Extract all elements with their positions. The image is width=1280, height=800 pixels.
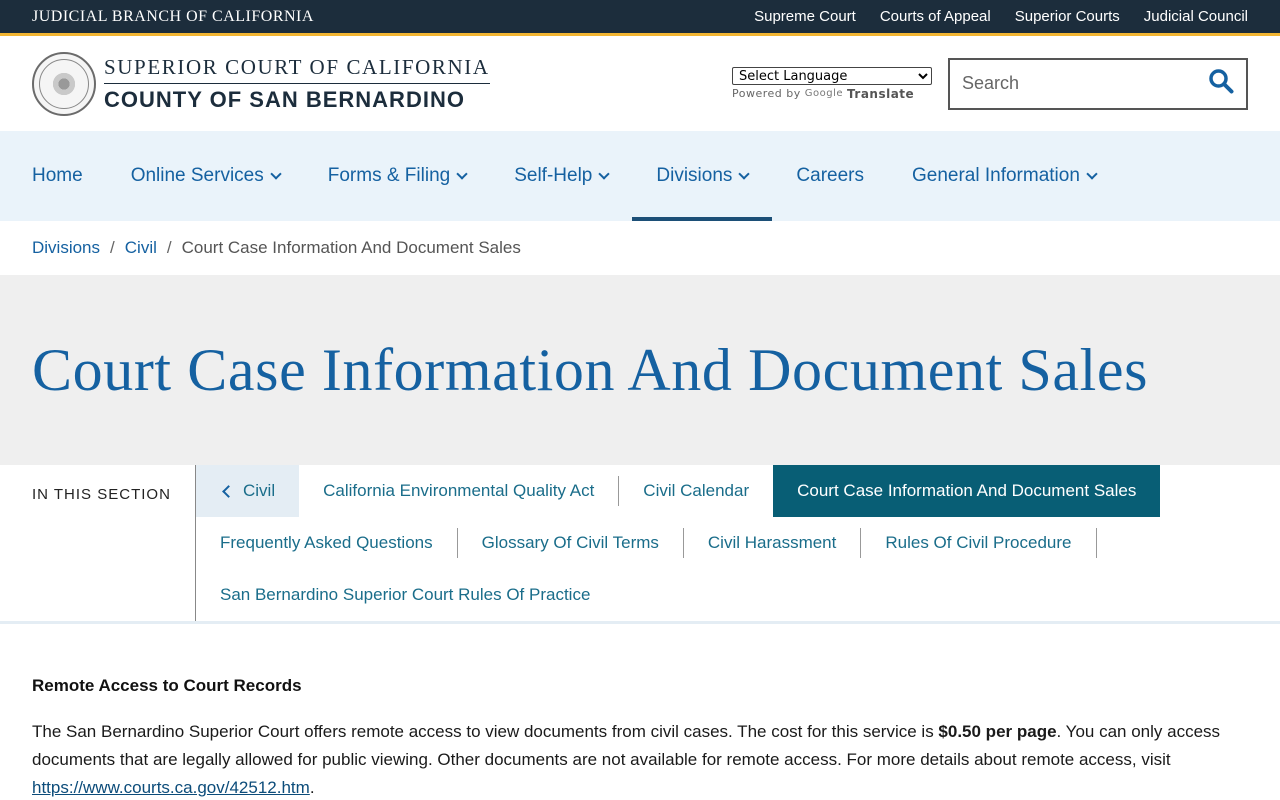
page-hero: Court Case Information And Document Sale… (0, 275, 1280, 465)
judicial-branch-title: JUDICIAL BRANCH OF CALIFORNIA (32, 7, 314, 25)
section-link-civil-calendar[interactable]: Civil Calendar (619, 476, 773, 506)
google-translate-widget: Select Language Powered by Google Transl… (732, 66, 932, 101)
powered-by-text: Powered by (732, 87, 801, 100)
breadcrumb-divisions[interactable]: Divisions (32, 238, 100, 258)
section-links-row: Frequently Asked Questions Glossary Of C… (196, 517, 1280, 569)
header-tools: Select Language Powered by Google Transl… (732, 57, 1248, 110)
language-select[interactable]: Select Language (732, 66, 932, 85)
superior-courts-link[interactable]: Superior Courts (1015, 8, 1120, 25)
remote-access-text-start: The San Bernardino Superior Court offers… (32, 722, 939, 741)
chevron-down-icon (270, 168, 282, 180)
google-logo: Google (804, 88, 844, 99)
nav-divisions[interactable]: Divisions (632, 131, 773, 221)
judicial-links: Supreme Court Courts of Appeal Superior … (754, 8, 1248, 25)
nav-forms-filing[interactable]: Forms & Filing (304, 131, 490, 221)
powered-by-google: Powered by Google Translate (732, 87, 932, 101)
chevron-down-icon (598, 168, 611, 180)
section-link-current-page[interactable]: Court Case Information And Document Sale… (773, 465, 1161, 517)
in-this-section-label: IN THIS SECTION (32, 486, 171, 503)
breadcrumb-current: Court Case Information And Document Sale… (181, 238, 521, 257)
nav-home[interactable]: Home (8, 131, 107, 221)
main-navigation: Home Online Services Forms & Filing Self… (0, 131, 1280, 221)
search-box (948, 57, 1248, 110)
section-links-row: San Bernardino Superior Court Rules Of P… (196, 569, 1280, 621)
nav-online-services[interactable]: Online Services (107, 131, 304, 221)
nav-self-help[interactable]: Self-Help (490, 131, 632, 221)
in-this-section-nav: IN THIS SECTION Civil California Environ… (0, 465, 1280, 624)
nav-divisions-label: Divisions (656, 165, 733, 186)
price-per-page: $0.50 per page (938, 722, 1057, 741)
remote-access-paragraph: The San Bernardino Superior Court offers… (32, 718, 1248, 800)
section-link-rules-of-practice[interactable]: San Bernardino Superior Court Rules Of P… (196, 580, 614, 610)
logo-line-county: COUNTY OF SAN BERNARDINO (104, 86, 465, 112)
section-link-civil-harassment[interactable]: Civil Harassment (684, 528, 862, 558)
nav-general-information[interactable]: General Information (888, 131, 1120, 221)
court-seal-icon (32, 51, 96, 116)
page-title: Court Case Information And Document Sale… (32, 336, 1149, 403)
search-input[interactable] (962, 73, 1192, 94)
chevron-down-icon (1086, 168, 1098, 180)
section-link-faq[interactable]: Frequently Asked Questions (196, 528, 458, 558)
nav-home-label: Home (32, 165, 83, 186)
breadcrumb-civil[interactable]: Civil (125, 238, 157, 258)
nav-careers-label: Careers (796, 165, 864, 186)
nav-careers[interactable]: Careers (772, 131, 888, 221)
courts-of-appeal-link[interactable]: Courts of Appeal (880, 8, 991, 25)
court-logo[interactable]: SUPERIOR COURT OF CALIFORNIA COUNTY OF S… (32, 51, 490, 116)
search-icon[interactable] (1208, 68, 1234, 99)
breadcrumb-separator: / (166, 238, 172, 257)
judicial-council-link[interactable]: Judicial Council (1144, 8, 1248, 25)
nav-online-services-label: Online Services (130, 165, 264, 186)
chevron-down-icon (738, 168, 751, 180)
chevron-down-icon (456, 168, 468, 180)
section-links: Civil California Environmental Quality A… (195, 465, 1280, 621)
remote-access-heading: Remote Access to Court Records (32, 676, 302, 695)
site-header: SUPERIOR COURT OF CALIFORNIA COUNTY OF S… (0, 36, 1280, 131)
section-link-glossary[interactable]: Glossary Of Civil Terms (458, 528, 684, 558)
supreme-court-link[interactable]: Supreme Court (754, 8, 856, 25)
translate-link[interactable]: Translate (847, 87, 914, 101)
back-to-civil-link[interactable]: Civil (196, 465, 300, 517)
back-to-civil-label: Civil (243, 481, 276, 500)
section-link-ceqa[interactable]: California Environmental Quality Act (299, 476, 620, 506)
breadcrumb: Divisions / Civil / Court Case Informati… (0, 221, 1280, 275)
main-content: Remote Access to Court Records The San B… (0, 624, 1280, 800)
nav-forms-filing-label: Forms & Filing (327, 165, 451, 186)
chevron-left-icon (222, 484, 235, 498)
logo-text: SUPERIOR COURT OF CALIFORNIA COUNTY OF S… (104, 55, 490, 113)
logo-line-state: SUPERIOR COURT OF CALIFORNIA (104, 55, 490, 84)
nav-self-help-label: Self-Help (514, 165, 593, 186)
judicial-branch-bar: JUDICIAL BRANCH OF CALIFORNIA Supreme Co… (0, 0, 1280, 36)
section-link-rules-civil-procedure[interactable]: Rules Of Civil Procedure (861, 528, 1097, 558)
remote-access-link[interactable]: https://www.courts.ca.gov/42512.htm (32, 778, 310, 797)
remote-access-text-end: . (309, 778, 315, 797)
breadcrumb-separator: / (110, 238, 115, 257)
nav-general-information-label: General Information (911, 165, 1080, 186)
section-links-row: Civil California Environmental Quality A… (196, 465, 1280, 517)
